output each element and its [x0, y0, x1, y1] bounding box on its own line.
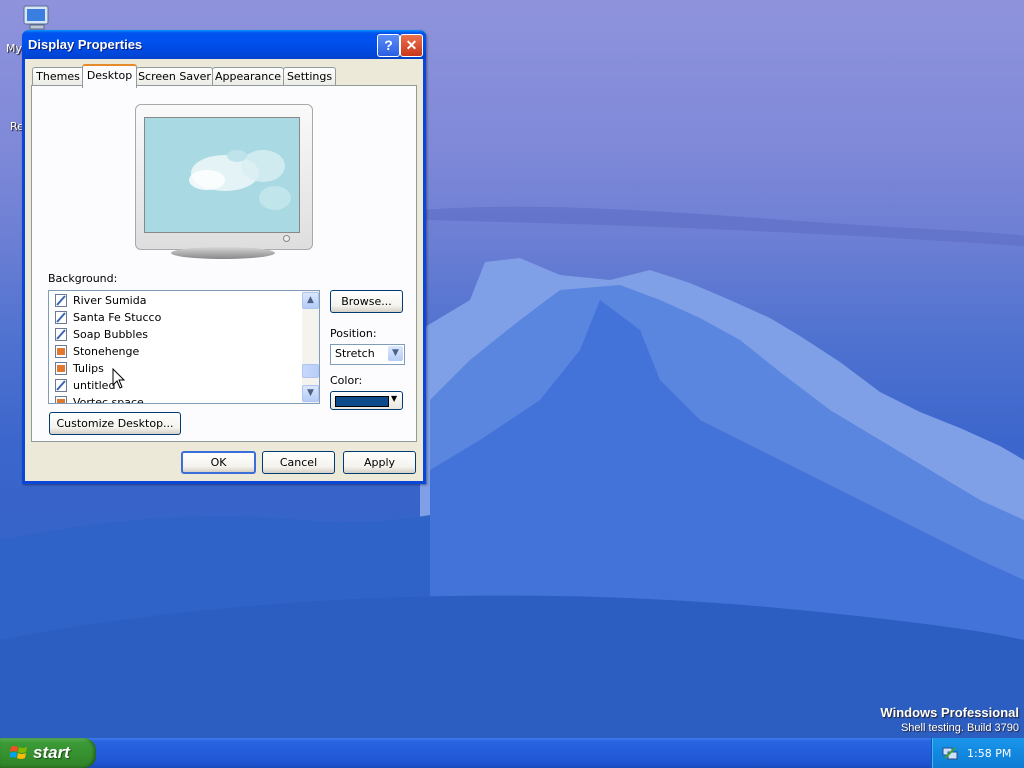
list-item[interactable]: untitled: [55, 377, 295, 394]
list-item[interactable]: Santa Fe Stucco: [55, 309, 295, 326]
color-picker-button[interactable]: ▼: [330, 391, 403, 410]
dialog-body: Themes Desktop Screen Saver Appearance S…: [25, 59, 423, 481]
list-item[interactable]: Tulips: [55, 360, 295, 377]
watermark-edition: Windows Professional: [880, 705, 1019, 720]
bitmap-file-icon: [55, 294, 67, 307]
bitmap-file-icon: [55, 311, 67, 324]
display-properties-window: Display Properties ? ✕ Themes Desktop Sc…: [22, 30, 426, 484]
chevron-down-icon[interactable]: ▼: [388, 346, 403, 361]
tab-appearance[interactable]: Appearance: [212, 67, 284, 86]
desktop-tab-panel: Background: River Sumida Santa Fe Stucco…: [31, 85, 417, 442]
desktop-icon-label: My: [6, 42, 23, 55]
browse-button[interactable]: Browse...: [330, 290, 403, 313]
my-computer-icon: [22, 4, 54, 32]
customize-desktop-button[interactable]: Customize Desktop...: [49, 412, 181, 435]
color-swatch: [335, 396, 389, 407]
bitmap-file-icon: [55, 379, 67, 392]
start-button[interactable]: start: [0, 738, 96, 768]
clock[interactable]: 1:58 PM: [967, 747, 1011, 760]
position-value: Stretch: [335, 347, 375, 360]
monitor-preview: [135, 104, 315, 264]
taskbar: start 1:58 PM: [0, 738, 1024, 768]
scroll-up-button[interactable]: ▲: [302, 292, 319, 309]
list-item[interactable]: River Sumida: [55, 292, 295, 309]
background-label: Background:: [48, 272, 118, 285]
position-label: Position:: [330, 327, 377, 340]
scroll-down-button[interactable]: ▼: [302, 385, 319, 402]
ok-button[interactable]: OK: [181, 451, 256, 474]
os-build-watermark: Windows Professional Shell testing. Buil…: [880, 705, 1019, 734]
bitmap-file-icon: [55, 328, 67, 341]
background-listbox[interactable]: River Sumida Santa Fe Stucco Soap Bubble…: [48, 290, 320, 404]
windows-logo-icon: [10, 746, 27, 759]
start-label: start: [33, 743, 70, 762]
watermark-build: Shell testing. Build 3790: [900, 722, 1019, 734]
monitor-bezel: [135, 104, 313, 250]
list-scrollbar[interactable]: ▲ ▼: [302, 291, 319, 403]
color-label: Color:: [330, 374, 363, 387]
position-dropdown[interactable]: Stretch ▼: [330, 344, 405, 365]
tab-themes[interactable]: Themes: [32, 67, 84, 86]
window-title: Display Properties: [28, 37, 143, 52]
tab-screen-saver[interactable]: Screen Saver: [136, 67, 213, 86]
list-item[interactable]: Vortec space: [55, 394, 295, 403]
jpeg-image-icon: [55, 362, 67, 375]
monitor-stand: [171, 247, 275, 259]
title-bar[interactable]: Display Properties ? ✕: [22, 30, 426, 59]
scroll-thumb[interactable]: [302, 364, 319, 378]
mouse-pointer-icon: [112, 368, 126, 389]
jpeg-image-icon: [55, 396, 67, 403]
help-button[interactable]: ?: [377, 34, 400, 57]
system-tray: 1:58 PM: [931, 738, 1024, 768]
list-item[interactable]: Soap Bubbles: [55, 326, 295, 343]
preview-screen: [144, 117, 300, 233]
chevron-down-icon: ▼: [391, 394, 398, 403]
tab-settings[interactable]: Settings: [283, 67, 336, 86]
apply-button[interactable]: Apply: [343, 451, 416, 474]
close-button[interactable]: ✕: [400, 34, 423, 57]
cancel-button[interactable]: Cancel: [262, 451, 335, 474]
monitor-power-led: [283, 235, 290, 242]
jpeg-image-icon: [55, 345, 67, 358]
list-item[interactable]: Stonehenge: [55, 343, 295, 360]
network-tray-icon[interactable]: [942, 745, 958, 761]
wallpaper-preview-image: [189, 150, 291, 210]
tab-desktop[interactable]: Desktop: [82, 64, 137, 88]
